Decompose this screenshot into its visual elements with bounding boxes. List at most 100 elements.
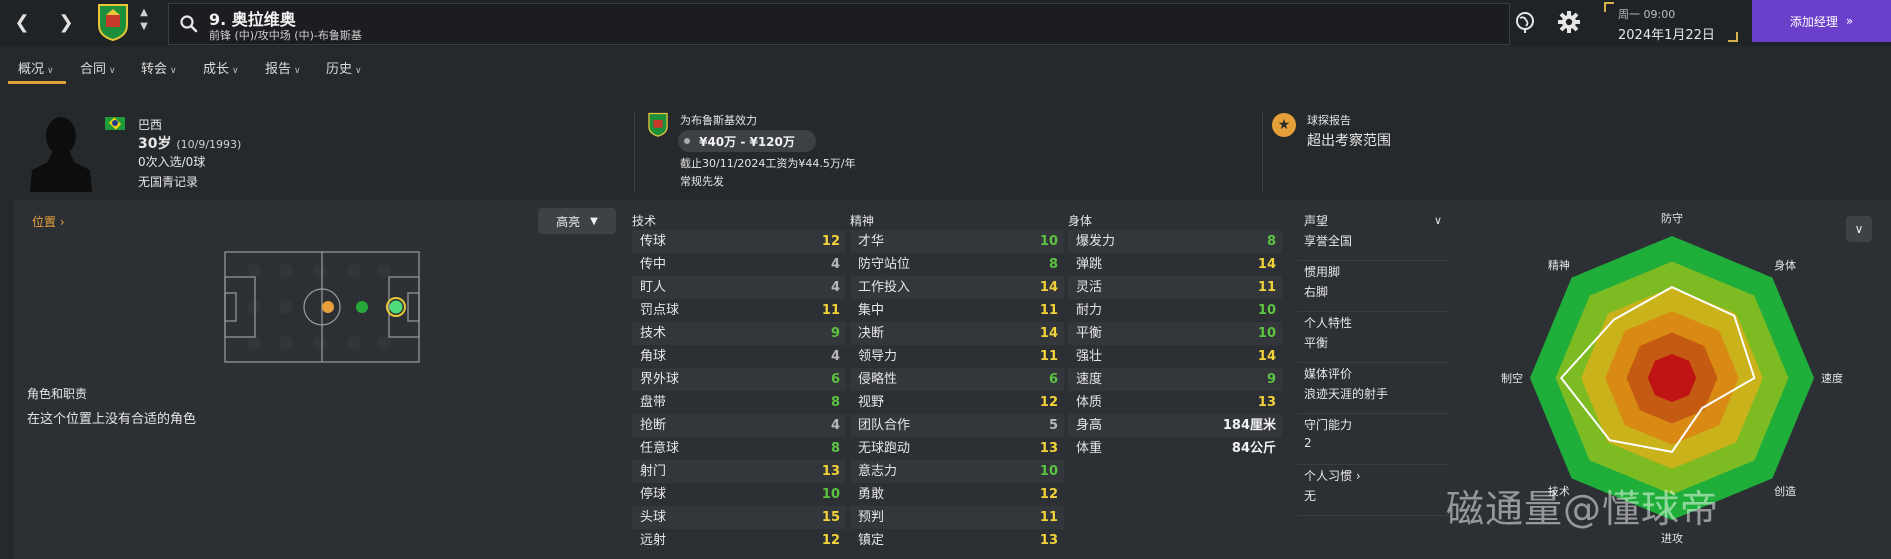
add-manager-button[interactable]: 添加经理 » — [1752, 0, 1891, 42]
chevron-down-icon[interactable]: ▼ — [137, 20, 151, 34]
chevron-down-icon: ∨ — [47, 66, 54, 76]
mental-attribute-row[interactable]: 决断 14 — [850, 322, 1064, 345]
attribute-name: 盘带 — [640, 395, 667, 410]
mental-attribute-row[interactable]: 视野 12 — [850, 391, 1064, 414]
mental-attribute-row[interactable]: 侵略性 6 — [850, 368, 1064, 391]
attribute-name: 罚点球 — [640, 303, 680, 318]
attribute-name: 传中 — [640, 257, 667, 272]
back-button[interactable]: ❮ — [8, 8, 36, 36]
mental-attribute-row[interactable]: 领导力 11 — [850, 345, 1064, 368]
tab-history[interactable]: 历史 ∨ — [326, 58, 362, 77]
side-info-item[interactable]: 个人习惯 › 无 — [1298, 465, 1448, 516]
mental-attribute-row[interactable]: 意志力 10 — [850, 460, 1064, 483]
club-badge-small-icon[interactable] — [647, 112, 669, 137]
attribute-name: 停球 — [640, 487, 667, 502]
technical-attribute-row[interactable]: 远射 12 — [632, 529, 846, 552]
chevron-down-icon[interactable]: ∨ — [1434, 214, 1442, 227]
transfer-value[interactable]: ¥40万 - ¥120万 — [678, 130, 816, 152]
physical-attribute-row[interactable]: 体重 84公斤 — [1068, 437, 1282, 460]
technical-attribute-row[interactable]: 头球 15 — [632, 506, 846, 529]
tab-development[interactable]: 成长 ∨ — [203, 58, 239, 77]
search-icon[interactable] — [179, 14, 199, 34]
mental-attribute-row[interactable]: 防守站位 8 — [850, 253, 1064, 276]
technical-attribute-row[interactable]: 盯人 4 — [632, 276, 846, 299]
technical-attribute-row[interactable]: 盘带 8 — [632, 391, 846, 414]
tab-contract[interactable]: 合同 ∨ — [80, 58, 116, 77]
position-marker-am — [322, 301, 334, 313]
attribute-name: 抢断 — [640, 418, 667, 433]
double-chevron-right-icon: » — [1845, 14, 1854, 28]
attribute-value: 10 — [1039, 464, 1058, 479]
mental-attribute-row[interactable]: 镇定 13 — [850, 529, 1064, 552]
technical-attribute-row[interactable]: 任意球 8 — [632, 437, 846, 460]
attribute-name: 爆发力 — [1076, 234, 1116, 249]
mental-attribute-row[interactable]: 预判 11 — [850, 506, 1064, 529]
side-info-value: 享誉全国 — [1304, 234, 1353, 248]
game-date[interactable]: 周一 09:00 2024年1月22日 — [1604, 2, 1738, 43]
physical-attribute-row[interactable]: 灵活 11 — [1068, 276, 1282, 299]
player-search-bar[interactable]: 9. 奥拉维奥 前锋 (中)/攻中场 (中)-布鲁斯基 — [168, 3, 1510, 45]
position-link[interactable]: 位置 › — [32, 213, 65, 230]
technical-attribute-row[interactable]: 罚点球 11 — [632, 299, 846, 322]
technical-attribute-row[interactable]: 传球 12 — [632, 230, 846, 253]
technical-attribute-row[interactable]: 停球 10 — [632, 483, 846, 506]
scout-report-title[interactable]: 球探报告 — [1307, 112, 1351, 128]
physical-attribute-row[interactable]: 速度 9 — [1068, 368, 1282, 391]
attribute-name: 领导力 — [858, 349, 898, 364]
player-side-info: 声望 享誉全国 ∨ 惯用脚 右脚 个人特性 平衡 媒体评价 浪迹天涯的射手 守门能力 2 个人习惯 ›… — [1298, 210, 1448, 516]
mental-attribute-row[interactable]: 勇敢 12 — [850, 483, 1064, 506]
technical-attribute-row[interactable]: 抢断 4 — [632, 414, 846, 437]
tab-overview[interactable]: 概况 ∨ — [18, 58, 54, 77]
tab-reports[interactable]: 报告 ∨ — [265, 58, 301, 77]
player-switcher[interactable]: ▲ ▼ — [137, 6, 151, 38]
physical-attribute-row[interactable]: 爆发力 8 — [1068, 230, 1282, 253]
physical-attribute-row[interactable]: 平衡 10 — [1068, 322, 1282, 345]
attribute-value: 8 — [830, 395, 840, 410]
date-day: 2024年1月22日 — [1618, 28, 1715, 43]
attribute-value: 4 — [830, 418, 840, 433]
attribute-name: 耐力 — [1076, 303, 1103, 318]
tab-transfer[interactable]: 转会 ∨ — [141, 58, 177, 77]
attribute-value: 12 — [821, 533, 840, 548]
mental-attribute-row[interactable]: 团队合作 5 — [850, 414, 1064, 437]
side-info-item: 声望 享誉全国 ∨ — [1298, 210, 1448, 261]
chevron-up-icon[interactable]: ▲ — [137, 6, 151, 20]
physical-attribute-row[interactable]: 弹跳 14 — [1068, 253, 1282, 276]
technical-attribute-row[interactable]: 技术 9 — [632, 322, 846, 345]
attribute-value: 10 — [1257, 326, 1276, 341]
gear-icon[interactable] — [1556, 9, 1582, 35]
club-line[interactable]: 为布鲁斯基效力 — [680, 112, 757, 128]
nationality[interactable]: 巴西 — [138, 116, 162, 133]
side-info-value: 浪迹天涯的射手 — [1304, 387, 1389, 401]
attribute-value: 4 — [830, 349, 840, 364]
attribute-value: 11 — [821, 303, 840, 318]
star-icon: ★ — [1272, 113, 1296, 137]
side-info-label: 个人习惯 › — [1304, 469, 1361, 483]
mental-attribute-row[interactable]: 工作投入 14 — [850, 276, 1064, 299]
technical-attribute-row[interactable]: 射门 13 — [632, 460, 846, 483]
chevron-down-icon: ∨ — [294, 66, 301, 76]
physical-attribute-row[interactable]: 身高 184厘米 — [1068, 414, 1282, 437]
side-info-value: 2 — [1304, 436, 1312, 450]
mental-attribute-row[interactable]: 才华 10 — [850, 230, 1064, 253]
mental-attribute-row[interactable]: 无球跑动 13 — [850, 437, 1064, 460]
chevron-down-icon: ∨ — [355, 66, 362, 76]
technical-attribute-row[interactable]: 角球 4 — [632, 345, 846, 368]
physical-attribute-row[interactable]: 耐力 10 — [1068, 299, 1282, 322]
physical-title: 身体 — [1068, 214, 1093, 228]
pitch-diagram — [224, 251, 420, 363]
globe-icon[interactable] — [1512, 9, 1538, 35]
physical-attribute-row[interactable]: 强壮 14 — [1068, 345, 1282, 368]
attribute-name: 身高 — [1076, 418, 1103, 433]
mental-attribute-row[interactable]: 集中 11 — [850, 299, 1064, 322]
technical-attribute-row[interactable]: 传中 4 — [632, 253, 846, 276]
chevron-down-icon: ∨ — [232, 66, 239, 76]
attribute-value: 4 — [830, 280, 840, 295]
technical-attribute-row[interactable]: 界外球 6 — [632, 368, 846, 391]
highlight-dropdown[interactable]: 高亮 ▼ — [538, 208, 616, 234]
attribute-value: 11 — [1039, 303, 1058, 318]
club-badge-icon[interactable] — [96, 3, 130, 41]
position-marker-ss — [356, 301, 368, 313]
physical-attribute-row[interactable]: 体质 13 — [1068, 391, 1282, 414]
forward-button[interactable]: ❯ — [52, 8, 80, 36]
